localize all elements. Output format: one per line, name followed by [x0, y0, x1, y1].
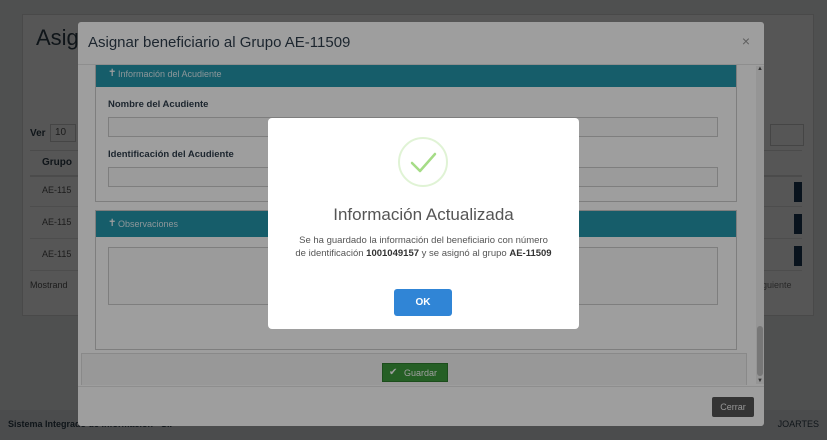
success-alert: Información Actualizada Se ha guardado l… — [268, 118, 579, 329]
alert-message: Se ha guardado la información del benefi… — [293, 235, 554, 260]
ok-button[interactable]: OK — [394, 289, 452, 316]
alert-text-part: y se asignó al grupo — [421, 247, 507, 259]
success-check-icon — [398, 137, 448, 187]
alert-title: Información Actualizada — [333, 205, 514, 224]
beneficiary-id-number: 1001049157 — [366, 247, 420, 259]
group-code: AE-11509 — [509, 247, 552, 259]
